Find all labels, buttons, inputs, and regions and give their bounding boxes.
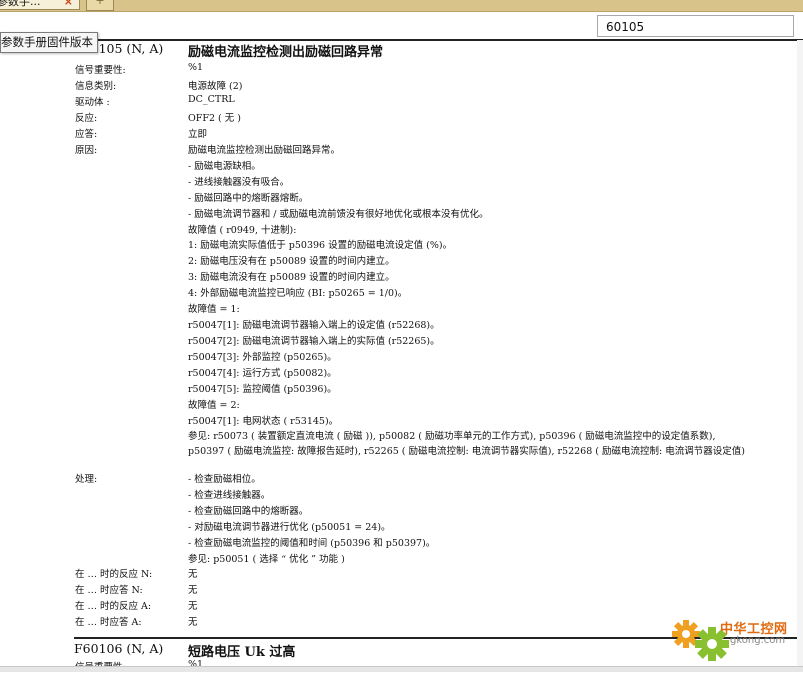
- cause-line: - 励磁电流调节器和 / 或励磁电流前馈没有很好地优化或根本没有优化。: [188, 208, 489, 220]
- remedy-line: - 检查进线接触器。: [188, 489, 271, 501]
- fault-title: 励磁电流监控检测出励磁回路异常: [188, 45, 384, 60]
- tab-bar: 参数手... × +: [0, 0, 803, 12]
- cause-line: 故障值 ( r0949, 十进制):: [188, 224, 297, 236]
- cause-line: 1: 励磁电流实际值低于 p50396 设置的励磁电流设定值 (%)。: [188, 240, 453, 252]
- tooltip: 参数手册固件版本: [0, 32, 98, 53]
- field-value: %1: [188, 62, 204, 73]
- field-value: 立即: [188, 128, 208, 140]
- cause-line: 励磁电流监控检测出励磁回路异常。: [188, 144, 341, 156]
- watermark-url: gkong.com: [730, 635, 786, 646]
- field-label: 在 … 时应答 N:: [75, 584, 143, 596]
- remedy-line: - 检查励磁回路中的熔断器。: [188, 505, 309, 517]
- cause-line: r50047[2]: 励磁电流调节器输入端上的实际值 (r52265)。: [188, 336, 440, 348]
- field-value: DC_CTRL: [188, 93, 235, 105]
- fault-code: F60106 (N, A): [74, 641, 164, 656]
- cause-line: 4: 外部励磁电流监控已响应 (BI: p50265 = 1/0)。: [188, 288, 408, 300]
- cause-line: 3: 励磁电流没有在 p50089 设置的时间内建立。: [188, 272, 395, 284]
- cause-line: r50047[1]: 励磁电流调节器输入端上的设定值 (r52268)。: [188, 320, 440, 332]
- tab-parameter-manual[interactable]: 参数手... ×: [0, 0, 80, 10]
- watermark-logo: 中华工控网 gkong.com: [668, 604, 800, 666]
- field-label: 驱动体 :: [75, 96, 110, 108]
- field-value: 无: [188, 569, 198, 580]
- field-label: 处理:: [75, 474, 98, 485]
- cause-line: r50047[4]: 运行方式 (p50082)。: [188, 368, 337, 380]
- new-tab-button[interactable]: +: [86, 0, 114, 11]
- field-value: 电源故障 (2): [188, 80, 243, 92]
- field-label: 在 … 时的反应 N:: [75, 569, 153, 580]
- search-input[interactable]: 60105: [597, 15, 794, 37]
- field-value: 无: [188, 616, 198, 628]
- remedy-line: 参见: p50051 ( 选择 “ 优化 ” 功能 ): [188, 553, 345, 565]
- field-label: 信息类别:: [75, 80, 117, 92]
- remedy-line: - 检查励磁电流监控的阈值和时间 (p50396 和 p50397)。: [188, 537, 436, 549]
- cause-line: - 励磁回路中的熔断器熔断。: [188, 192, 309, 204]
- cause-line: - 励磁电源缺相。: [188, 160, 261, 172]
- tab-label: 参数手...: [0, 0, 41, 8]
- cause-line: 故障值 = 1:: [188, 304, 240, 316]
- close-icon[interactable]: ×: [64, 0, 73, 9]
- field-label: 信号重要性:: [75, 65, 126, 76]
- cause-line: r50047[5]: 监控阈值 (p50396)。: [188, 384, 337, 395]
- section-divider: [74, 39, 803, 41]
- field-label: 在 … 时应答 A:: [75, 616, 142, 628]
- cause-line: 故障值 = 2:: [188, 399, 240, 411]
- field-value: 无: [188, 584, 198, 596]
- field-value: 无: [188, 600, 198, 612]
- cause-line: r50047[3]: 外部监控 (p50265)。: [188, 352, 337, 364]
- remedy-line: - 对励磁电流调节器进行优化 (p50051 = 24)。: [188, 521, 391, 533]
- vertical-scrollbar[interactable]: [797, 40, 803, 671]
- cause-line: 2: 励磁电压没有在 p50089 设置的时间内建立。: [188, 256, 395, 268]
- cause-line: r50047[1]: 电网状态 ( r53145)。: [188, 415, 339, 427]
- field-value: OFF2 ( 无 ): [188, 112, 241, 124]
- field-label: 应答:: [75, 128, 98, 140]
- field-label: 在 … 时的反应 A:: [75, 600, 152, 612]
- field-label: 反应:: [75, 112, 98, 124]
- field-label: 原因:: [75, 144, 98, 156]
- status-bar: [0, 666, 803, 672]
- remedy-line: - 检查励磁相位。: [188, 474, 261, 485]
- see-also-text: 参见: r50073 ( 装置额定直流电流 ( 励磁 )), p50082 ( …: [188, 430, 745, 457]
- fault-title: 短路电压 Uk 过高: [188, 645, 296, 660]
- cause-line: - 进线接触器没有吸合。: [188, 176, 290, 188]
